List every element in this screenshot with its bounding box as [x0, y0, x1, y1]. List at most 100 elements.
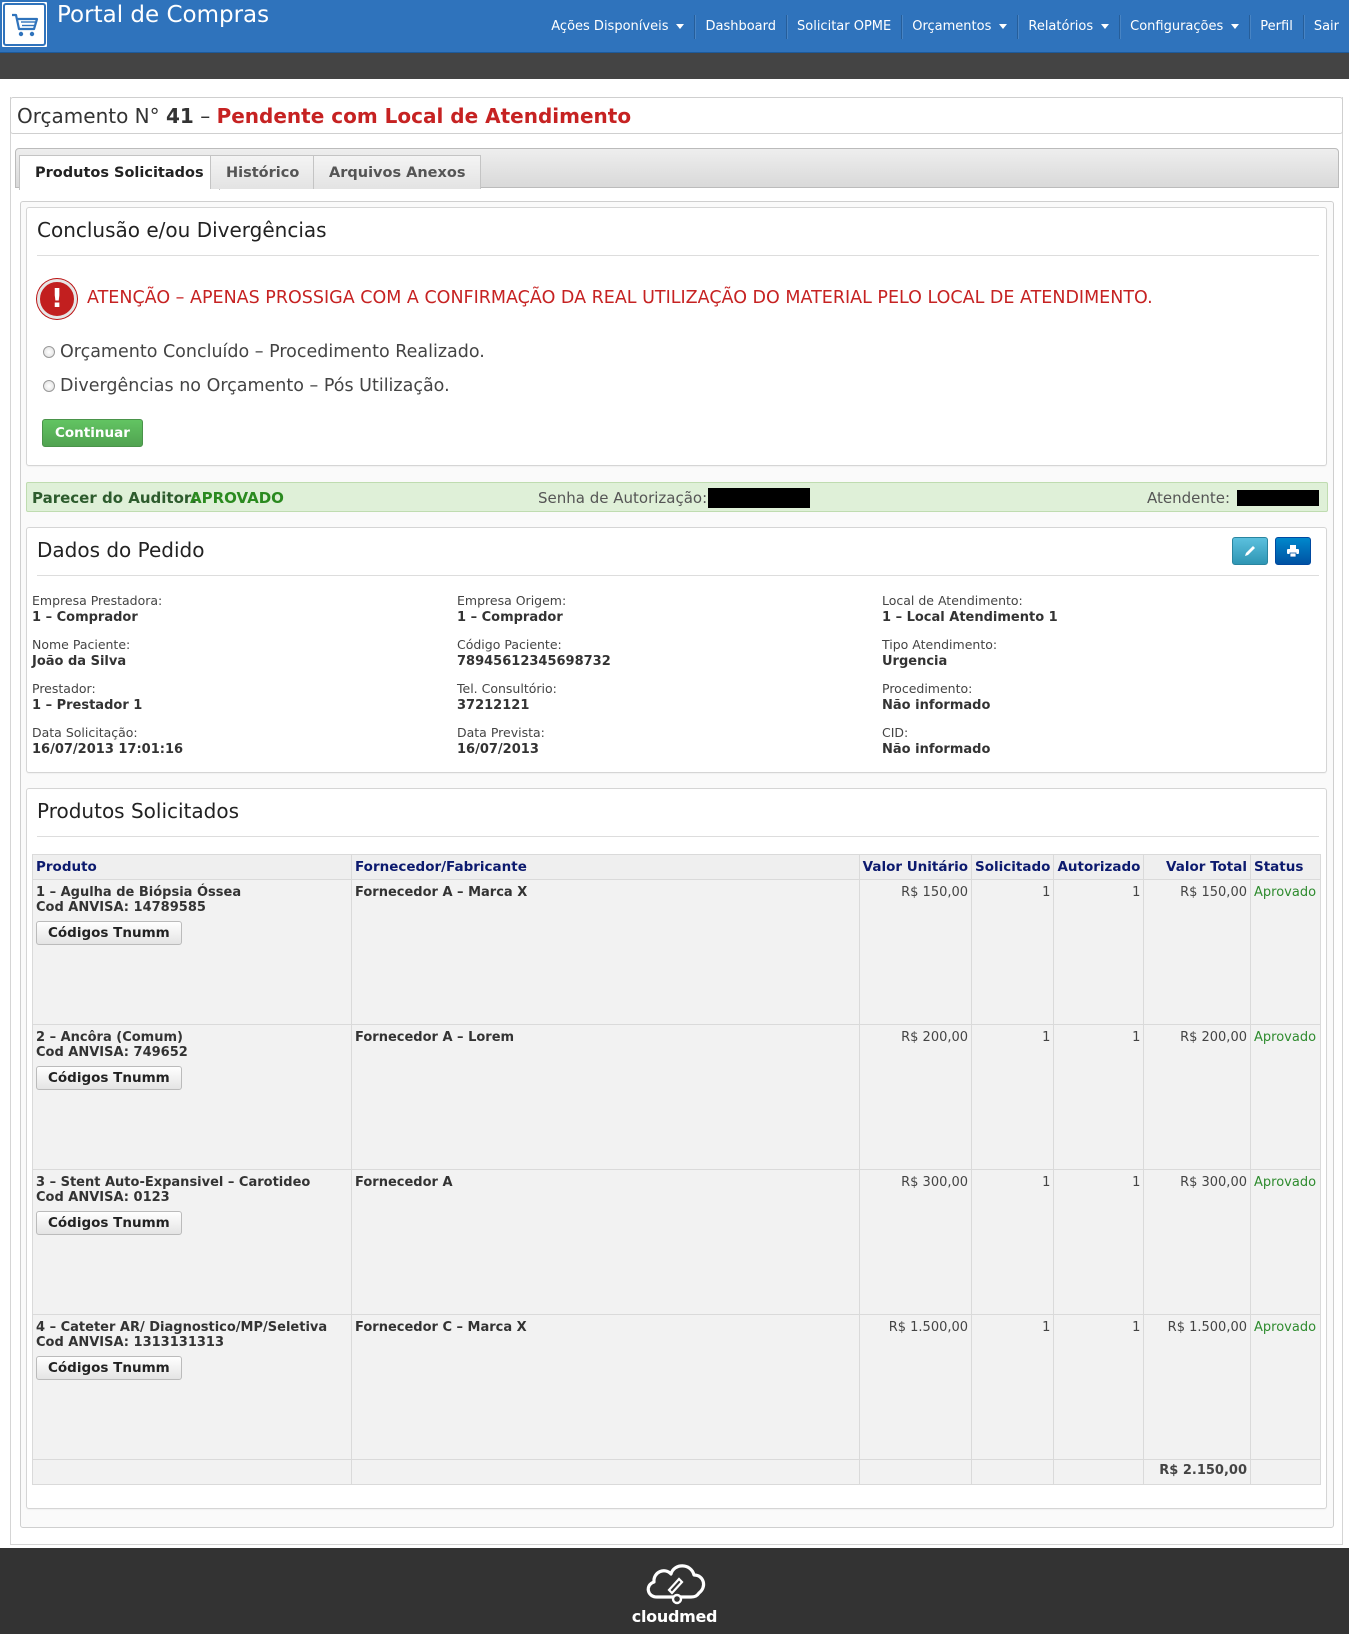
nav-label: Perfil [1260, 19, 1293, 34]
title-prefix: Orçamento N° [17, 104, 160, 128]
alert-message: ATENÇÃO – APENAS PROSSIGA COM A CONFIRMA… [87, 288, 1153, 308]
divider [37, 575, 1319, 576]
divider [37, 255, 1319, 256]
app-title: Portal de Compras [57, 2, 270, 28]
nav-label: Solicitar OPME [797, 19, 892, 34]
total-value-cell: R$ 1.500,00 [1143, 1314, 1251, 1460]
col-valor-unitario[interactable]: Valor Unitário [858, 854, 973, 880]
field-label: Tel. Consultório: [457, 681, 557, 696]
anvisa-line: Cod ANVISA: 0123 [36, 1190, 348, 1205]
nav-perfil[interactable]: Perfil [1249, 14, 1303, 39]
caret-down-icon [676, 24, 685, 29]
table-header-row: Produto Fornecedor/Fabricante Valor Unit… [32, 854, 1321, 880]
auditor-status-bar: Parecer do Auditor: APROVADO Senha de Au… [26, 482, 1328, 512]
option-concluido[interactable]: Orçamento Concluído – Procedimento Reali… [43, 342, 485, 362]
col-autorizado[interactable]: Autorizado [1053, 854, 1145, 880]
products-title: Produtos Solicitados [37, 799, 240, 823]
nav-configuracoes[interactable]: Configurações [1119, 14, 1249, 39]
caret-down-icon [999, 24, 1008, 29]
requested-cell: 1 [971, 1314, 1055, 1460]
field-label: Local de Atendimento: [882, 593, 1023, 608]
pencil-icon [1245, 546, 1255, 556]
unit-value-cell: R$ 1.500,00 [858, 1314, 973, 1460]
field-value: 1 – Comprador [32, 610, 138, 625]
order-title: Dados do Pedido [37, 538, 205, 562]
empty-cell [1053, 1459, 1145, 1485]
nav-orcamentos[interactable]: Orçamentos [901, 14, 1017, 39]
main-nav: Ações Disponíveis Dashboard Solicitar OP… [541, 0, 1349, 53]
footer: cloudmed [0, 1548, 1349, 1634]
tnumm-codes-button[interactable]: Códigos Tnumm [36, 1211, 182, 1235]
tnumm-codes-button[interactable]: Códigos Tnumm [36, 1356, 182, 1380]
supplier-cell: Fornecedor C – Marca X [351, 1314, 860, 1460]
radio-button[interactable] [43, 380, 55, 392]
tab-label: Arquivos Anexos [329, 164, 466, 181]
nav-acoes-disponiveis[interactable]: Ações Disponíveis [541, 15, 694, 39]
field-value: 16/07/2013 17:01:16 [32, 742, 184, 757]
tab-produtos-solicitados[interactable]: Produtos Solicitados [19, 155, 220, 190]
nav-sair[interactable]: Sair [1302, 14, 1349, 39]
shopping-cart-icon [11, 13, 38, 36]
tab-historico[interactable]: Histórico [210, 155, 316, 189]
page-title: Orçamento N° 41 – Pendente com Local de … [10, 97, 1343, 134]
top-navbar: Portal de Compras Ações Disponíveis Dash… [0, 0, 1349, 53]
col-fornecedor[interactable]: Fornecedor/Fabricante [351, 854, 860, 880]
status-cell: Aprovado [1250, 1024, 1321, 1170]
empty-cell [351, 1459, 860, 1485]
col-produto[interactable]: Produto [32, 854, 352, 880]
empty-cell [858, 1459, 973, 1485]
tab-arquivos-anexos[interactable]: Arquivos Anexos [313, 155, 482, 189]
conclusion-title: Conclusão e/ou Divergências [37, 218, 327, 242]
budget-status: Pendente com Local de Atendimento [216, 104, 632, 128]
empty-cell [1250, 1459, 1321, 1485]
field-value: 1 – Local Atendimento 1 [882, 610, 1058, 625]
order-data-panel: Dados do Pedido [26, 527, 1327, 773]
products-table: Produto Fornecedor/Fabricante Valor Unit… [32, 854, 1321, 1485]
field-label: Data Prevista: [457, 725, 545, 740]
grand-total: R$ 2.150,00 [1143, 1459, 1251, 1485]
col-status[interactable]: Status [1250, 854, 1321, 880]
nav-dashboard[interactable]: Dashboard [694, 14, 786, 39]
product-name: 1 – Agulha de Biópsia Óssea [36, 885, 242, 900]
col-valor-total[interactable]: Valor Total [1143, 854, 1251, 880]
col-solicitado[interactable]: Solicitado [971, 854, 1055, 880]
app-logo[interactable] [0, 0, 49, 49]
nav-label: Configurações [1130, 19, 1224, 34]
table-row: 3 – Stent Auto-Expansivel – Carotideo Cod… [32, 1169, 1321, 1315]
field-label: Tipo Atendimento: [882, 637, 998, 652]
nav-label: Dashboard [705, 19, 776, 34]
field-value: 37212121 [457, 698, 530, 713]
option-label: Orçamento Concluído – Procedimento Reali… [60, 342, 485, 362]
field-value: 1 – Prestador 1 [32, 698, 143, 713]
budget-number: 41 [166, 104, 194, 128]
anvisa-code: 749652 [133, 1045, 188, 1060]
nav-relatorios[interactable]: Relatórios [1017, 14, 1119, 39]
field-value: 16/07/2013 [457, 742, 539, 757]
continue-button[interactable]: Continuar [42, 419, 143, 447]
print-button[interactable] [1275, 537, 1311, 565]
requested-cell: 1 [971, 879, 1055, 1025]
divider [37, 836, 1319, 837]
field-label: CID: [882, 725, 909, 740]
anvisa-code: 0123 [133, 1190, 170, 1205]
tnumm-codes-button[interactable]: Códigos Tnumm [36, 1066, 182, 1090]
radio-button[interactable] [43, 346, 55, 358]
field-label: Empresa Origem: [457, 593, 567, 608]
edit-button[interactable] [1232, 537, 1268, 565]
nav-solicitar-opme[interactable]: Solicitar OPME [786, 14, 901, 39]
product-cell: 1 – Agulha de Biópsia Óssea Cod ANVISA: 1… [32, 879, 352, 1025]
attendant-label: Atendente: [1147, 489, 1231, 507]
tnumm-codes-button[interactable]: Códigos Tnumm [36, 921, 182, 945]
anvisa-line: Cod ANVISA: 749652 [36, 1045, 348, 1060]
nav-label: Relatórios [1028, 19, 1094, 34]
nav-label: Orçamentos [912, 19, 992, 34]
product-name: 3 – Stent Auto-Expansivel – Carotideo [36, 1175, 311, 1190]
field-label: Prestador: [32, 681, 96, 696]
cloud-icon [646, 1563, 705, 1604]
total-row: R$ 2.150,00 [32, 1459, 1321, 1485]
supplier-cell: Fornecedor A – Lorem [351, 1024, 860, 1170]
anvisa-label: Cod ANVISA: [36, 1045, 130, 1060]
authorized-cell: 1 [1053, 1024, 1145, 1170]
unit-value-cell: R$ 200,00 [858, 1024, 973, 1170]
option-divergencias[interactable]: Divergências no Orçamento – Pós Utilizaç… [43, 376, 450, 396]
